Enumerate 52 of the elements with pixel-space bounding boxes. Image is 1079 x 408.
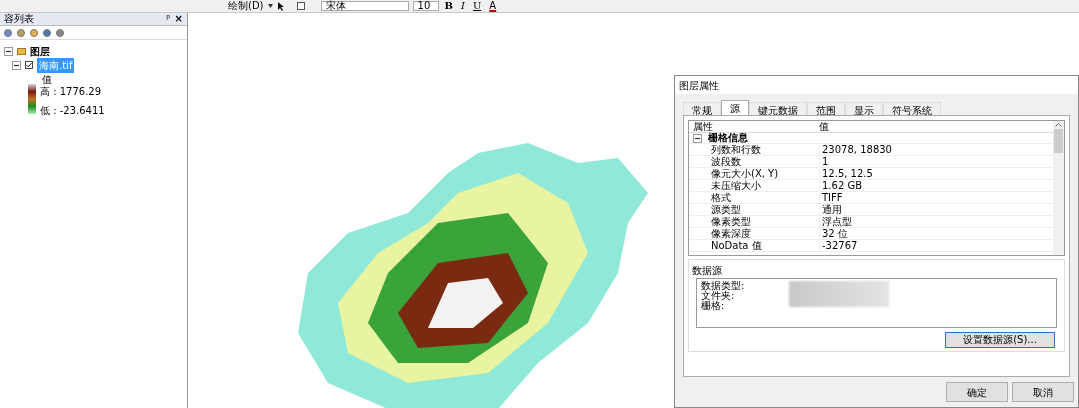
tab[interactable]: 范围 [807,102,845,115]
legend-high-label: 高 : 1776.29 [40,85,103,99]
data-source-label: 栅格: [701,301,725,311]
pin-button[interactable]: ᵖ [166,14,171,24]
property-cell-text: 源类型 [710,204,742,215]
font-size-dropdown[interactable]: 10 [412,1,439,11]
tab[interactable]: 常规 [683,102,721,115]
scroll-up-icon[interactable] [1055,123,1062,127]
underline-button[interactable]: U [470,1,484,11]
bold-button[interactable]: B [442,1,455,11]
rectangle-tool-icon[interactable] [296,2,305,10]
pointer-icon[interactable] [276,1,285,11]
expander-icon[interactable] [4,46,13,56]
layer-group-label[interactable]: 图层 [30,43,50,59]
close-button[interactable]: × [174,14,183,24]
font-dropdown[interactable]: 宋体 [320,1,409,11]
scroll-thumb[interactable] [1054,129,1063,153]
group-label: 栅格信息 [708,133,748,143]
tab[interactable]: 符号系统 [883,102,941,115]
column-header: 属性 [692,121,714,132]
dialog-title: 图层属性 [675,76,1078,94]
scrollbar[interactable] [1053,121,1064,255]
tab[interactable]: 显示 [845,102,883,115]
group-title: 数据源 [692,264,723,278]
property-cell-text: 格式 [710,192,732,203]
property-cell-text: 像素深度 [710,228,752,239]
data-source-label: 文件夹: [701,291,736,301]
italic-button[interactable]: I [458,1,467,11]
property-cell-text: 像素类型 [710,216,752,227]
property-cell-text: NoData 值 [710,240,763,251]
dialog-button[interactable]: 确定 [946,382,1008,402]
property-cell-text: 未压缩大小 [710,180,762,191]
text-color-button[interactable]: A [487,1,499,11]
property-cell-text: 像元大小(X, Y) [710,168,780,179]
draw-menu[interactable]: 绘制(D) [228,1,264,11]
caret-icon[interactable] [267,4,273,8]
color-ramp [28,84,36,114]
expander-icon[interactable] [12,60,21,70]
dialog-button[interactable]: 取消 [1012,382,1074,402]
property-cell-text: 列数和行数 [710,144,762,155]
layer-checkbox[interactable] [25,61,33,69]
toc-title: 容列表 [4,14,34,24]
collapse-icon[interactable] [693,133,702,143]
property-cell-text: 波段数 [710,156,742,167]
tab[interactable]: 键元数据 [749,102,807,115]
column-header: 值 [819,121,830,132]
layers-folder-icon [17,47,26,55]
set-data-source-button[interactable]: 设置数据源(S)... [945,332,1055,348]
legend-title: 值 [41,73,53,84]
data-source-label: 数据类型: [701,281,746,291]
tab[interactable]: 源 [721,100,749,115]
legend-low-label: 低 : -23.6411 [40,104,105,118]
